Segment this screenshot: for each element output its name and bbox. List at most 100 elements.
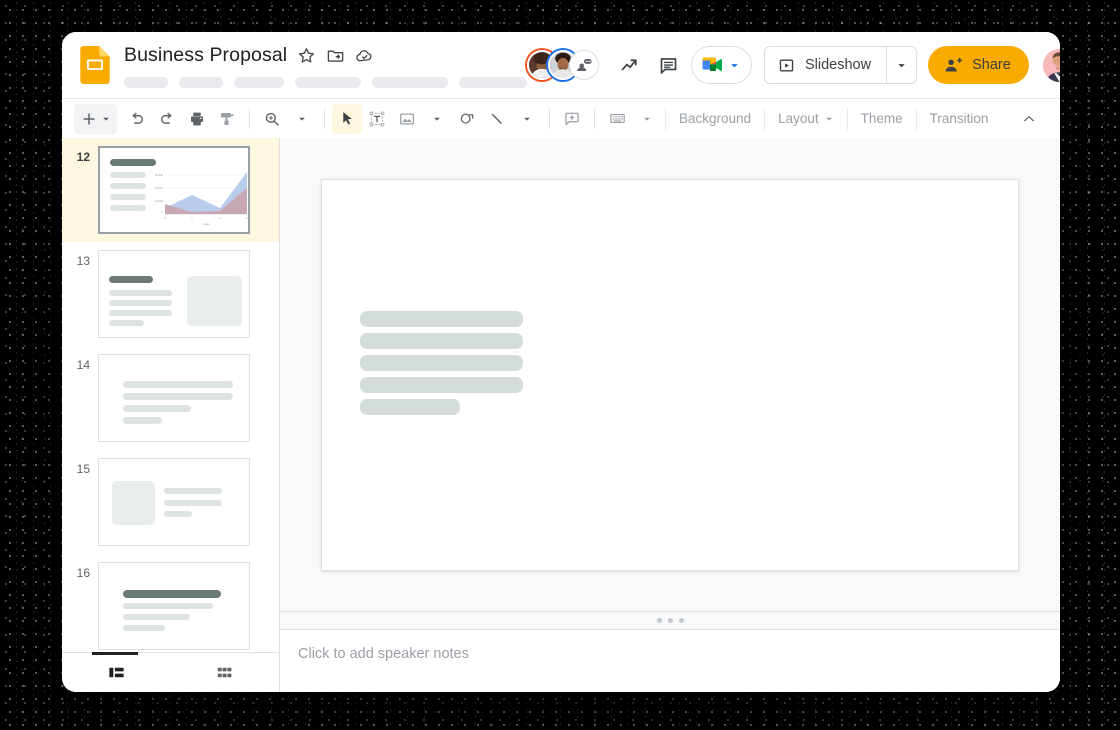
filmstrip-scroll[interactable]: 12 0 <box>62 138 279 652</box>
svg-text:30,000: 30,000 <box>155 173 163 177</box>
notes-resize-handle[interactable] <box>280 611 1060 630</box>
insert-image-button[interactable] <box>392 104 422 134</box>
thumb-text-placeholder <box>110 183 146 189</box>
move-to-folder-icon[interactable] <box>326 46 345 65</box>
activity-dashboard-button[interactable] <box>611 46 649 84</box>
canvas-text-placeholder[interactable] <box>360 311 523 327</box>
slide-number: 14 <box>62 354 90 372</box>
slide-filmstrip: 12 0 <box>62 138 280 692</box>
chevron-down-icon <box>729 60 740 71</box>
slide-number: 16 <box>62 562 90 580</box>
slideshow-button[interactable]: Slideshow <box>765 47 886 83</box>
google-meet-icon <box>701 55 725 75</box>
slide-thumbnail[interactable] <box>98 458 250 546</box>
google-slides-logo <box>80 46 110 84</box>
present-to-chat-icon[interactable] <box>569 50 599 80</box>
print-button[interactable] <box>182 104 212 134</box>
transition-button[interactable]: Transition <box>920 104 999 134</box>
line-button[interactable] <box>482 104 512 134</box>
slides-window: Business Proposal <box>62 32 1060 692</box>
add-comment-button[interactable] <box>557 104 587 134</box>
thumb-title-placeholder <box>109 276 153 283</box>
new-slide-button[interactable] <box>74 104 117 134</box>
star-icon[interactable] <box>297 46 316 65</box>
slideshow-dropdown-button[interactable] <box>886 47 916 83</box>
line-icon <box>488 110 506 128</box>
filmstrip-footer <box>62 652 279 692</box>
menu-placeholder[interactable] <box>124 77 168 88</box>
menu-placeholder[interactable] <box>295 77 361 88</box>
svg-text:Years: Years <box>202 222 210 226</box>
share-button[interactable]: Share <box>928 46 1029 84</box>
chevron-down-icon <box>297 114 307 124</box>
slide-effect-button[interactable] <box>602 104 632 134</box>
thumb-text-placeholder <box>164 511 192 517</box>
main-area: Click to add speaker notes <box>280 138 1060 692</box>
grid-view-button[interactable] <box>171 653 280 692</box>
menu-placeholder[interactable] <box>459 77 527 88</box>
thumb-text-placeholder <box>123 393 233 400</box>
thumb-text-placeholder <box>123 625 165 631</box>
cloud-saved-icon[interactable] <box>355 46 374 65</box>
slide-thumbnail[interactable]: 0 10,000 20,000 30,000 0 1 2 3 Years <box>98 146 250 234</box>
slide-thumbnail[interactable] <box>98 250 250 338</box>
chevron-down-icon <box>824 114 834 124</box>
slide-thumbnail-item[interactable]: 14 <box>62 346 279 450</box>
shape-button[interactable] <box>452 104 482 134</box>
thumb-text-placeholder <box>123 405 191 412</box>
redo-icon <box>158 110 176 128</box>
speaker-notes-placeholder[interactable]: Click to add speaker notes <box>298 646 1060 662</box>
speaker-notes-panel[interactable]: Click to add speaker notes <box>280 630 1060 692</box>
canvas-text-placeholder[interactable] <box>360 333 523 349</box>
chevron-down-icon <box>642 114 652 124</box>
canvas-text-placeholder[interactable] <box>360 399 460 415</box>
paint-format-button[interactable] <box>212 104 242 134</box>
thumbnail-area-chart: 0 10,000 20,000 30,000 0 1 2 3 Years <box>152 166 250 228</box>
print-icon <box>188 110 206 128</box>
thumb-text-placeholder <box>123 381 233 388</box>
chevron-down-icon <box>101 114 111 124</box>
editor-body: 12 0 <box>62 138 1060 692</box>
comments-button[interactable] <box>649 46 687 84</box>
filmstrip-view-button[interactable] <box>62 653 171 692</box>
slide-effect-dropdown-button[interactable] <box>632 104 662 134</box>
menu-placeholder[interactable] <box>179 77 223 88</box>
collapse-toolbar-button[interactable] <box>1014 104 1044 134</box>
canvas-text-placeholder[interactable] <box>360 355 523 371</box>
present-play-icon <box>778 57 795 74</box>
layout-button[interactable]: Layout <box>768 104 844 134</box>
account-avatar[interactable] <box>1043 49 1060 82</box>
active-view-indicator <box>92 652 138 655</box>
layout-label: Layout <box>778 111 819 126</box>
svg-text:10,000: 10,000 <box>155 199 163 203</box>
slide-thumbnail-item[interactable]: 12 0 <box>62 138 279 242</box>
document-title[interactable]: Business Proposal <box>124 44 287 67</box>
background-button[interactable]: Background <box>669 104 761 134</box>
zoom-button[interactable] <box>257 104 287 134</box>
slide-thumbnail[interactable] <box>98 562 250 650</box>
meet-button[interactable] <box>691 46 752 84</box>
slide-thumbnail-item[interactable]: 16 <box>62 554 279 652</box>
menu-placeholder[interactable] <box>234 77 284 88</box>
canvas-text-placeholder[interactable] <box>360 377 523 393</box>
slide-thumbnail-item[interactable]: 13 <box>62 242 279 346</box>
text-box-button[interactable] <box>362 104 392 134</box>
thumb-title-placeholder <box>110 159 156 166</box>
thumb-text-placeholder <box>110 172 146 178</box>
redo-button[interactable] <box>152 104 182 134</box>
collaborator-avatars <box>527 50 599 80</box>
slide-thumbnail[interactable] <box>98 354 250 442</box>
svg-text:2: 2 <box>219 216 221 220</box>
thumb-text-placeholder <box>123 603 213 609</box>
select-tool-button[interactable] <box>332 104 362 134</box>
slide-number: 12 <box>62 146 90 164</box>
undo-button[interactable] <box>122 104 152 134</box>
menu-placeholder[interactable] <box>372 77 448 88</box>
slide-thumbnail-item[interactable]: 15 <box>62 450 279 554</box>
zoom-dropdown-button[interactable] <box>287 104 317 134</box>
slide-canvas[interactable] <box>321 179 1019 571</box>
thumb-text-placeholder <box>164 500 222 506</box>
line-dropdown-button[interactable] <box>512 104 542 134</box>
image-dropdown-button[interactable] <box>422 104 452 134</box>
theme-button[interactable]: Theme <box>851 104 913 134</box>
